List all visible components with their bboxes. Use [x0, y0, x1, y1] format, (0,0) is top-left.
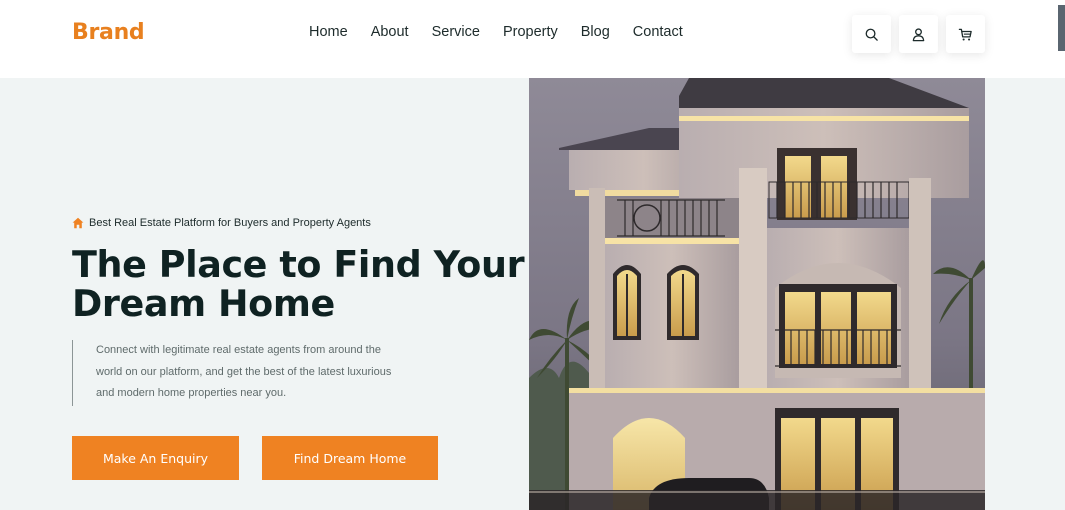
- search-icon: [865, 28, 878, 41]
- hero-description-text: Connect with legitimate real estate agen…: [96, 340, 432, 405]
- nav-about[interactable]: About: [371, 24, 409, 40]
- cart-icon: [958, 28, 972, 40]
- brand-logo[interactable]: Brand: [72, 20, 145, 45]
- user-icon: [912, 27, 925, 41]
- account-button[interactable]: [899, 15, 938, 53]
- home-icon: [72, 217, 84, 229]
- nav-home[interactable]: Home: [309, 24, 348, 40]
- nav-blog[interactable]: Blog: [581, 24, 610, 40]
- main-nav: Home About Service Property Blog Contact: [309, 24, 706, 40]
- scrollbar-edge[interactable]: [1058, 5, 1065, 51]
- hero-description: Connect with legitimate real estate agen…: [72, 340, 432, 406]
- find-dream-home-button[interactable]: Find Dream Home: [262, 436, 438, 480]
- site-header: Brand Home About Service Property Blog C…: [0, 0, 1065, 78]
- hero-section: Best Real Estate Platform for Buyers and…: [0, 78, 1065, 510]
- cart-button[interactable]: [946, 15, 985, 53]
- hero-title: The Place to Find Your Dream Home: [72, 245, 532, 323]
- description-line-1: Connect with legitimate real estate agen…: [96, 344, 381, 356]
- make-enquiry-button[interactable]: Make An Enquiry: [72, 436, 239, 480]
- hero-title-line-2: Dream Home: [72, 282, 335, 325]
- description-line-3: and modern home properties near you.: [96, 387, 287, 399]
- description-line-2: world on our platform, and get the best …: [96, 365, 392, 378]
- hero-title-line-1: The Place to Find Your: [72, 243, 525, 286]
- header-icons: [852, 15, 985, 53]
- nav-property[interactable]: Property: [503, 24, 558, 40]
- hero-tagline: Best Real Estate Platform for Buyers and…: [72, 217, 371, 229]
- tagline-text: Best Real Estate Platform for Buyers and…: [89, 217, 371, 229]
- nav-service[interactable]: Service: [432, 24, 480, 40]
- nav-contact[interactable]: Contact: [633, 24, 683, 40]
- house-illustration: [529, 78, 985, 510]
- search-button[interactable]: [852, 15, 891, 53]
- hero-house-image: [529, 78, 985, 510]
